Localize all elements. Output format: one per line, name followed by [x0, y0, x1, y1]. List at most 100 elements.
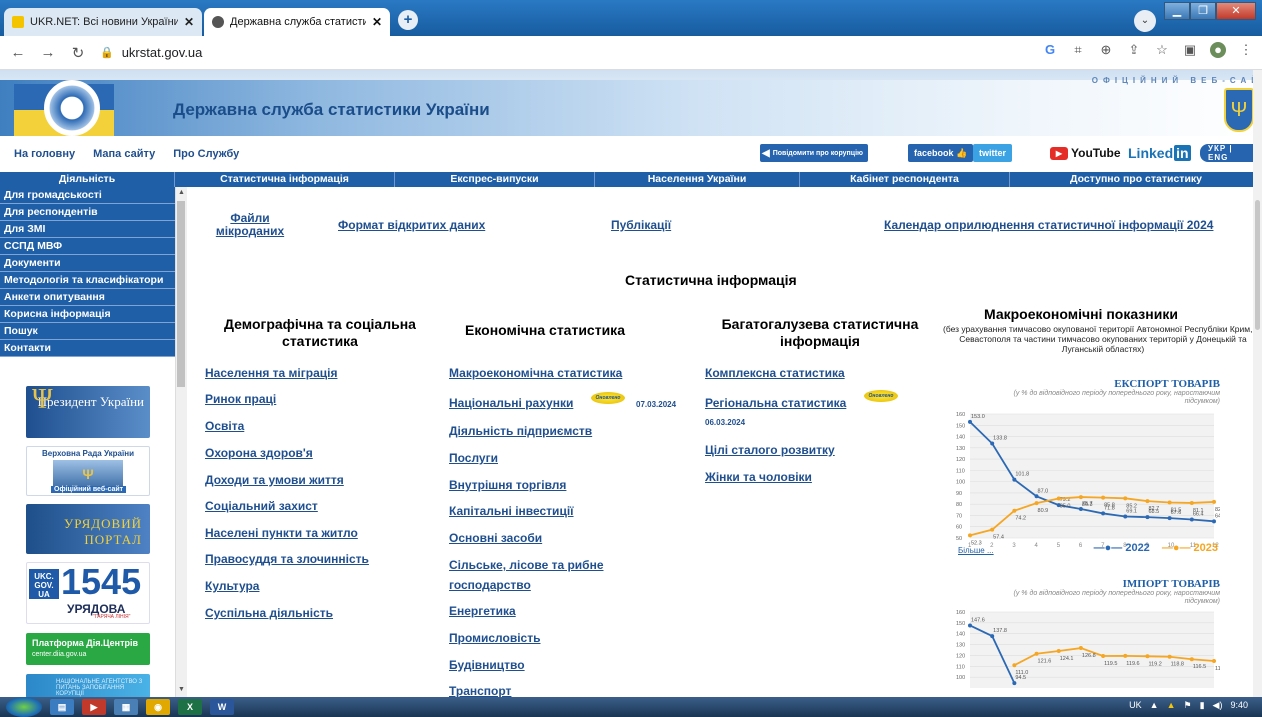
taskbar-explorer-icon[interactable]: ▤ [50, 699, 74, 715]
link-construction[interactable]: Будівництво [449, 658, 525, 672]
sidebar-item-methodology[interactable]: Методологія та класифікатори [0, 272, 175, 289]
import-chart[interactable]: ІМПОРТ ТОВАРІВ (у % до відповідного пері… [956, 578, 1220, 697]
sidebar-item-respondents[interactable]: Для респондентів [0, 204, 175, 221]
tray-chevron-icon[interactable]: ▲ [1150, 700, 1159, 711]
browser-tab[interactable]: UKR.NET: Всі новини України, ос ✕ [4, 8, 202, 36]
open-data-link[interactable]: Формат відкритих даних [338, 219, 485, 232]
menu-kebab-icon[interactable]: ⋮ [1238, 42, 1254, 58]
input-language[interactable]: UK [1129, 700, 1142, 711]
home-link[interactable]: На головну [14, 148, 75, 160]
report-corruption-button[interactable]: ◀ Повідомити про корупцію [760, 144, 868, 162]
link-labour-market[interactable]: Ринок праці [205, 392, 276, 406]
volume-icon[interactable]: ◀) [1213, 700, 1223, 711]
link-population-migration[interactable]: Населення та міграція [205, 366, 337, 380]
twitter-button[interactable]: twitter [973, 144, 1012, 162]
link-fixed-assets[interactable]: Основні засоби [449, 531, 542, 545]
link-macroeconomic[interactable]: Макроекономічна статистика [449, 366, 622, 380]
sitemap-link[interactable]: Мапа сайту [93, 148, 155, 160]
link-public-activity[interactable]: Суспільна діяльність [205, 606, 333, 620]
link-agriculture[interactable]: Сільське, лісове та рибне [449, 558, 604, 572]
link-domestic-trade[interactable]: Внутрішня торгівля [449, 478, 566, 492]
link-services[interactable]: Послуги [449, 451, 498, 465]
nav-statistical-info[interactable]: Статистична інформація [175, 172, 395, 187]
linkedin-button[interactable]: Linked in [1128, 144, 1191, 162]
sidebar-item-contacts[interactable]: Контакти [0, 340, 175, 357]
page-scroll-thumb[interactable] [1255, 200, 1260, 330]
sidebar-item-sdds[interactable]: ССПД МВФ [0, 238, 175, 255]
link-women-men[interactable]: Жінки та чоловіки [705, 470, 812, 484]
sidebar-item-useful-info[interactable]: Корисна інформація [0, 306, 175, 323]
about-link[interactable]: Про Службу [173, 148, 239, 160]
forward-icon[interactable]: → [36, 44, 60, 61]
clock[interactable]: 9:40 [1230, 700, 1248, 711]
taskbar-word-icon[interactable]: W [210, 699, 234, 715]
export-chart[interactable]: ЕКСПОРТ ТОВАРІВ (у % до відповідного пер… [956, 378, 1220, 560]
link-income[interactable]: Доходи та умови життя [205, 473, 344, 487]
link-industry[interactable]: Промисловість [449, 631, 541, 645]
nav-activity[interactable]: Діяльність [0, 172, 175, 187]
link-education[interactable]: Освіта [205, 419, 244, 433]
link-justice-crime[interactable]: Правосуддя та злочинність [205, 552, 369, 566]
government-portal-banner[interactable]: УРЯДОВИЙ ПОРТАЛ [26, 504, 150, 554]
nav-population[interactable]: Населення України [595, 172, 800, 187]
scroll-down-arrow-icon[interactable]: ▼ [178, 686, 185, 693]
taskbar-chrome-icon[interactable]: ◉ [146, 699, 170, 715]
taskbar-excel-icon[interactable]: X [178, 699, 202, 715]
nav-express-releases[interactable]: Експрес-випуски [395, 172, 595, 187]
profile-avatar-icon[interactable]: ● [1210, 42, 1226, 58]
share-icon[interactable]: ⇪ [1126, 42, 1142, 58]
link-transport[interactable]: Транспорт [449, 684, 511, 697]
back-icon[interactable]: ← [6, 44, 30, 61]
link-national-accounts[interactable]: Національні рахунки [449, 396, 573, 410]
link-sdg[interactable]: Цілі сталого розвитку [705, 443, 835, 457]
nav-about-statistics[interactable]: Доступно про статистику [1010, 172, 1262, 187]
link-energy[interactable]: Енергетика [449, 604, 516, 618]
close-window-button[interactable]: ✕ [1216, 2, 1256, 20]
close-tab-icon[interactable]: ✕ [372, 15, 382, 29]
link-regional-stats[interactable]: Регіональна статистика [705, 396, 846, 410]
sidebar-item-search[interactable]: Пошук [0, 323, 175, 340]
nav-respondent-cabinet[interactable]: Кабінет респондента [800, 172, 1010, 187]
page-scrollbar[interactable] [1253, 70, 1262, 697]
facebook-button[interactable]: facebook 👍 [908, 144, 974, 162]
president-banner[interactable]: Ψ Президент України [26, 386, 150, 438]
browser-tab-active[interactable]: Державна служба статистики Ук ✕ [204, 8, 390, 36]
site-title[interactable]: Державна служба статистики України [173, 100, 490, 120]
sidebar-scroll-thumb[interactable] [177, 201, 185, 387]
new-tab-button[interactable]: + [398, 10, 418, 30]
diia-centers-banner[interactable]: Платформа Дія.Центрів center.diia.gov.ua [26, 633, 150, 665]
ukrstat-emblem-icon[interactable] [44, 80, 100, 136]
maximize-button[interactable]: ❐ [1190, 2, 1216, 20]
lock-icon[interactable]: 🔒 [100, 46, 114, 59]
flag-icon[interactable]: ⚑ [1184, 700, 1192, 711]
taskbar-media-icon[interactable]: ▶ [82, 699, 106, 715]
zoom-icon[interactable]: ⊕ [1098, 42, 1114, 58]
bookmark-star-icon[interactable]: ☆ [1154, 42, 1170, 58]
tab-search-chevron-icon[interactable]: ⌄ [1134, 10, 1156, 32]
hotline-1545-banner[interactable]: UKC. GOV. UA 1545 УРЯДОВА "ГАРЯЧА ЛІНІЯ" [26, 562, 150, 624]
link-agriculture-cont[interactable]: господарство [449, 578, 531, 592]
warning-icon[interactable]: ▲ [1167, 700, 1176, 711]
rada-banner[interactable]: Верховна Рада України Ψ Офіційний веб-са… [26, 446, 150, 496]
minimize-button[interactable]: ▁ [1164, 2, 1190, 20]
more-link[interactable]: Більше ... [958, 546, 994, 555]
link-social-protection[interactable]: Соціальний захист [205, 499, 318, 513]
link-complex-stats[interactable]: Комплексна статистика [705, 366, 845, 380]
sidebar-item-public[interactable]: Для громадськості [0, 187, 175, 204]
link-enterprises[interactable]: Діяльність підприємств [449, 424, 592, 438]
link-capital-investment[interactable]: Капітальні інвестиції [449, 504, 574, 518]
close-tab-icon[interactable]: ✕ [184, 15, 194, 29]
link-culture[interactable]: Культура [205, 579, 259, 593]
google-icon[interactable]: G [1042, 42, 1058, 58]
anticorruption-agency-banner[interactable]: НАЦІОНАЛЬНЕ АГЕНТСТВО З ПИТАНЬ ЗАПОБІГАН… [26, 674, 150, 697]
start-button[interactable] [6, 697, 42, 717]
reload-icon[interactable]: ↻ [66, 44, 90, 62]
youtube-button[interactable]: ▶ YouTube [1050, 144, 1121, 162]
network-icon[interactable]: ▮ [1200, 700, 1205, 711]
translate-icon[interactable]: ⌗ [1070, 42, 1086, 58]
publications-link[interactable]: Публікації [611, 219, 671, 232]
sidebar-item-media[interactable]: Для ЗМІ [0, 221, 175, 238]
sidepanel-icon[interactable]: ▣ [1182, 42, 1198, 58]
url-field[interactable]: 🔒 ukrstat.gov.ua [100, 45, 202, 60]
sidebar-item-surveys[interactable]: Анкети опитування [0, 289, 175, 306]
